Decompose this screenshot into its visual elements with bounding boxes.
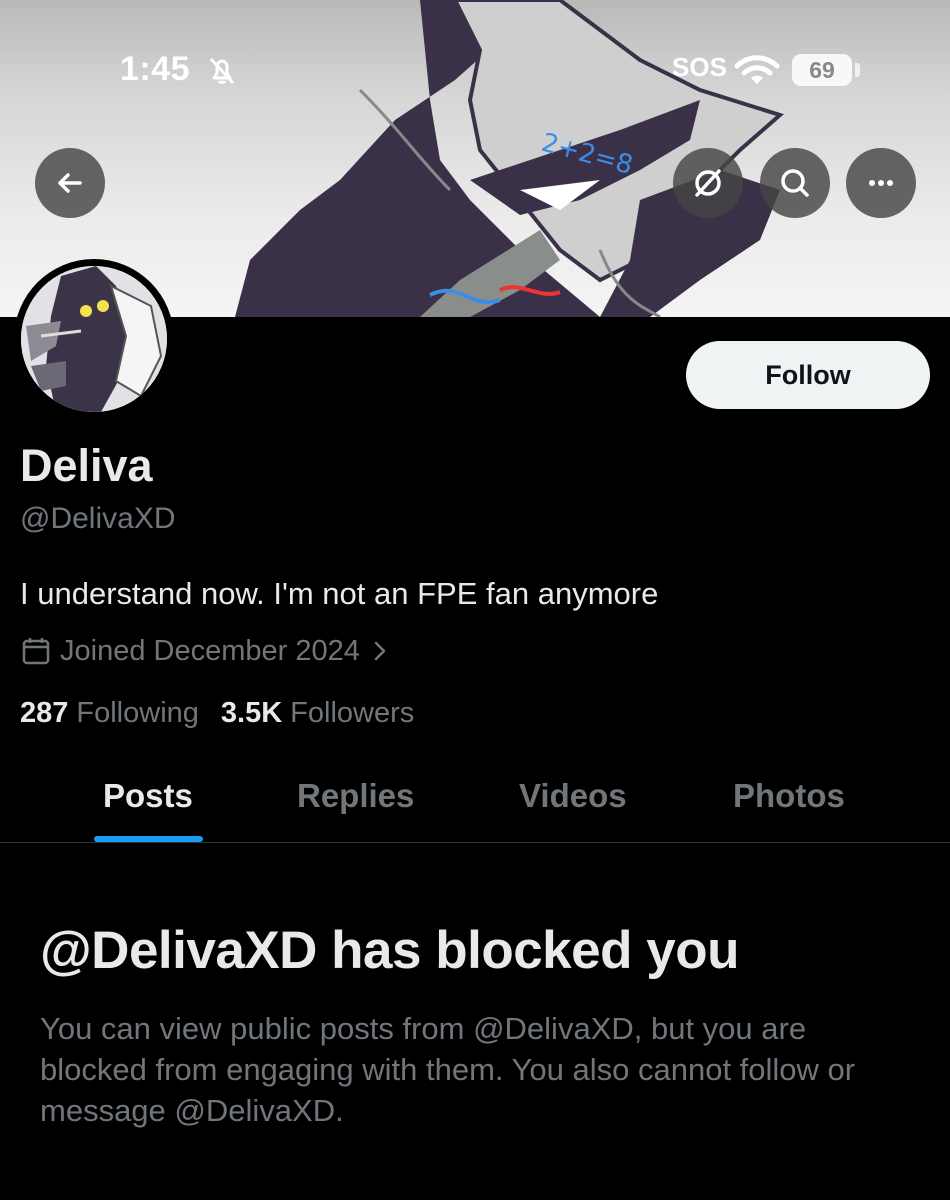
profile-tabs: Posts Replies Videos Photos xyxy=(0,755,950,843)
followers-count: 3.5K xyxy=(220,697,283,729)
tab-posts[interactable]: Posts xyxy=(103,777,193,815)
status-time: 1:45 xyxy=(120,50,191,88)
display-name: Deliva xyxy=(20,440,153,491)
following-label: Following xyxy=(76,697,199,729)
follow-stats: 287 Following 3.5K Followers xyxy=(20,697,414,730)
blocked-description: You can view public posts from @DelivaXD… xyxy=(40,1011,856,1128)
follow-button[interactable]: Follow xyxy=(686,341,930,409)
profile-bio: I understand now. I'm not an FPE fan any… xyxy=(20,576,659,611)
more-icon xyxy=(869,180,893,186)
wifi-icon xyxy=(734,55,780,84)
battery-tip xyxy=(855,63,860,77)
followers-link[interactable]: 3.5K Followers xyxy=(221,697,414,730)
status-sos: SOS xyxy=(672,52,727,82)
more-button[interactable] xyxy=(846,148,916,218)
profile-handle: @DelivaXD xyxy=(20,502,176,535)
avatar-image xyxy=(21,266,167,412)
joined-label: Joined December 2024 xyxy=(60,634,360,667)
search-icon xyxy=(781,169,809,197)
tab-active-indicator xyxy=(94,836,203,842)
tab-photos[interactable]: Photos xyxy=(733,777,845,815)
following-link[interactable]: 287 Following xyxy=(20,697,199,730)
back-button[interactable] xyxy=(35,148,105,218)
status-bar: 1:45 SOS 69 xyxy=(0,48,950,92)
avatar[interactable] xyxy=(14,259,174,419)
grok-button[interactable] xyxy=(673,148,743,218)
bell-slash-icon xyxy=(209,57,235,85)
joined-date[interactable]: Joined December 2024 xyxy=(20,633,396,669)
chevron-right-icon xyxy=(374,641,386,661)
search-button[interactable] xyxy=(760,148,830,218)
calendar-icon xyxy=(22,638,50,665)
back-arrow-icon xyxy=(58,173,82,193)
tab-replies[interactable]: Replies xyxy=(297,777,414,815)
following-count: 287 xyxy=(20,697,69,729)
battery-icon: 69 xyxy=(792,54,852,86)
tab-videos[interactable]: Videos xyxy=(519,777,627,815)
followers-label: Followers xyxy=(290,697,415,729)
battery-level: 69 xyxy=(809,57,835,83)
circle-slash-icon xyxy=(695,169,721,197)
blocked-title: @DelivaXD has blocked you xyxy=(40,921,739,980)
